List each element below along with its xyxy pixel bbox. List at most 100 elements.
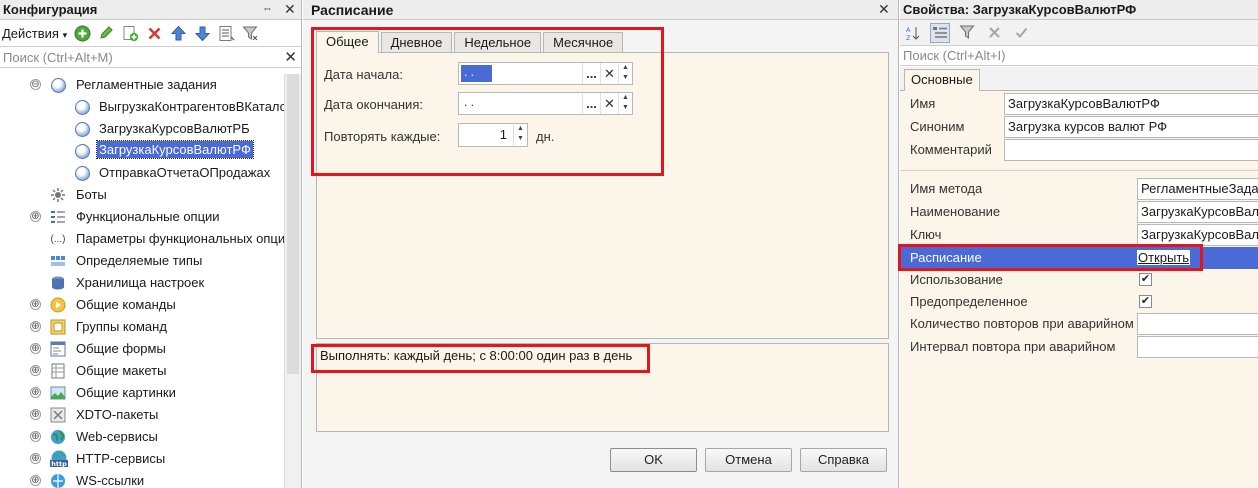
pencil-icon[interactable]: [97, 24, 115, 42]
tree-node-defined-types[interactable]: Определяемые типы: [0, 250, 284, 272]
tree-node-xdto-packages[interactable]: ⊕ XDTO-пакеты: [0, 404, 284, 426]
expand-icon[interactable]: ⊕: [30, 343, 41, 354]
tree-node-command-groups[interactable]: ⊕ Группы команд: [0, 316, 284, 338]
close-dialog-icon[interactable]: ✕: [878, 1, 890, 18]
tree-node-http-services[interactable]: ⊕ http HTTP-сервисы: [0, 448, 284, 470]
scrollbar-thumb[interactable]: [287, 74, 299, 374]
prop-label: Комментарий: [910, 142, 992, 157]
plus-circle-icon[interactable]: [73, 24, 91, 42]
key-input[interactable]: ЗагрузкаКурсовВалют: [1137, 224, 1258, 246]
spin-up-icon[interactable]: ▲: [619, 63, 632, 73]
clear-icon[interactable]: ✕: [600, 93, 618, 114]
retry-interval-input[interactable]: [1137, 336, 1258, 358]
start-date-label: Дата начала:: [324, 67, 403, 82]
help-button[interactable]: Справка: [800, 448, 887, 472]
spin-up-icon[interactable]: ▲: [619, 93, 632, 103]
tree-node-scheduled-jobs[interactable]: ⊖ Регламентные задания: [0, 74, 284, 96]
expand-icon[interactable]: ⊕: [30, 453, 41, 464]
expand-icon[interactable]: ⊕: [30, 409, 41, 420]
tree-node-common-commands[interactable]: ⊕ Общие команды: [0, 294, 284, 316]
select-date-button[interactable]: ...: [582, 93, 600, 114]
tree-node-ws-links[interactable]: ⊕ WS-ссылки: [0, 470, 284, 488]
categories-icon[interactable]: [930, 22, 950, 43]
spin-up-icon[interactable]: ▲: [514, 124, 527, 134]
search-clear-icon[interactable]: ✕: [284, 48, 297, 66]
collapse-icon[interactable]: ⊖: [30, 79, 41, 90]
cancel-button[interactable]: Отмена: [705, 448, 792, 472]
configuration-search-input[interactable]: [0, 47, 301, 67]
tree-node-web-services[interactable]: ⊕ Web-сервисы: [0, 426, 284, 448]
comment-input[interactable]: [1004, 139, 1258, 161]
use-checkbox[interactable]: ✔: [1139, 273, 1152, 286]
check-icon[interactable]: [1011, 23, 1031, 43]
filter-icon[interactable]: [957, 23, 977, 43]
tab-daily[interactable]: Дневное: [380, 32, 453, 53]
tree-node-settings-storages[interactable]: Хранилища настроек: [0, 272, 284, 294]
prop-row-key: Ключ ЗагрузкаКурсовВалют: [900, 224, 1258, 246]
description-input[interactable]: ЗагрузкаКурсовВалют: [1137, 201, 1258, 223]
retry-count-input[interactable]: [1137, 313, 1258, 335]
clear-icon[interactable]: ✕: [600, 63, 618, 84]
prop-label: Количество повторов при аварийном: [910, 316, 1134, 331]
spin-down-icon[interactable]: ▼: [514, 134, 527, 144]
tree-node-label: Общие макеты: [76, 363, 167, 378]
repeat-spinner[interactable]: ▲ ▼: [513, 124, 527, 146]
ok-button[interactable]: OK: [610, 448, 697, 472]
list-icon[interactable]: [217, 24, 235, 42]
properties-title: Свойства: ЗагрузкаКурсовВалютРФ: [903, 2, 1137, 17]
types-icon: [50, 253, 66, 269]
tree-node-job[interactable]: ОтправкаОтчетаОПродажах: [0, 162, 284, 184]
method-input[interactable]: РегламентныеЗадания: [1137, 178, 1258, 200]
expand-icon[interactable]: ⊕: [30, 211, 41, 222]
delete-icon[interactable]: [145, 24, 163, 42]
properties-search-input[interactable]: [900, 46, 1258, 65]
tree-node-common-forms[interactable]: ⊕ Общие формы: [0, 338, 284, 360]
predefined-checkbox[interactable]: ✔: [1139, 295, 1152, 308]
prop-row-schedule[interactable]: Расписание Открыть: [900, 247, 1258, 269]
tree-node-common-pictures[interactable]: ⊕ Общие картинки: [0, 382, 284, 404]
date-spinner[interactable]: ▲ ▼: [618, 93, 632, 114]
open-schedule-link[interactable]: Открыть: [1137, 250, 1191, 265]
arrow-down-icon[interactable]: [193, 24, 211, 42]
expand-icon[interactable]: ⊕: [30, 299, 41, 310]
tree-node-bots[interactable]: Боты: [0, 184, 284, 206]
expand-icon[interactable]: ⊕: [30, 475, 41, 486]
expand-icon[interactable]: ⊕: [30, 431, 41, 442]
tab-main[interactable]: Основные: [904, 69, 980, 92]
tree-node-job-selected[interactable]: ЗагрузкаКурсовВалютРФ: [0, 140, 284, 162]
prop-label: Предопределенное: [910, 294, 1028, 309]
name-input[interactable]: ЗагрузкаКурсовВалютРФ: [1004, 93, 1258, 115]
tab-general[interactable]: Общее: [316, 31, 379, 53]
expand-icon[interactable]: ⊕: [30, 387, 41, 398]
start-date-field[interactable]: . . ... ✕ ▲ ▼: [458, 62, 633, 85]
clear-icon[interactable]: [984, 23, 1004, 43]
date-spinner[interactable]: ▲ ▼: [618, 63, 632, 84]
ws-icon: [50, 473, 66, 488]
configuration-scrollbar[interactable]: [284, 74, 301, 488]
tree-node-common-templates[interactable]: ⊕ Общие макеты: [0, 360, 284, 382]
filter-icon[interactable]: [241, 24, 259, 42]
end-date-label: Дата окончания:: [324, 97, 423, 112]
spin-down-icon[interactable]: ▼: [619, 103, 632, 113]
repeat-days-field[interactable]: 1 ▲ ▼: [458, 123, 528, 147]
spin-down-icon[interactable]: ▼: [619, 73, 632, 83]
expand-icon[interactable]: ⊕: [30, 365, 41, 376]
actions-menu[interactable]: Действия ▾: [2, 26, 67, 41]
select-date-button[interactable]: ...: [582, 63, 600, 84]
tree-node-label: Определяемые типы: [76, 253, 203, 268]
tab-monthly[interactable]: Месячное: [543, 32, 624, 53]
tree-node-functional-options[interactable]: ⊕ Функциональные опции: [0, 206, 284, 228]
copy-add-icon[interactable]: [121, 24, 139, 42]
pin-icon[interactable]: ⇔: [262, 1, 273, 18]
arrow-up-icon[interactable]: [169, 24, 187, 42]
tree-node-fo-params[interactable]: (...) Параметры функциональных опций: [0, 228, 293, 250]
repeat-days-value: 1: [499, 127, 507, 142]
synonym-input[interactable]: Загрузка курсов валют РФ: [1004, 116, 1258, 138]
close-configuration-icon[interactable]: ✕: [284, 1, 296, 18]
end-date-field[interactable]: . . ... ✕ ▲ ▼: [458, 92, 633, 115]
sort-az-icon[interactable]: AZ: [903, 23, 923, 43]
tab-weekly[interactable]: Недельное: [454, 32, 542, 53]
expand-icon[interactable]: ⊕: [30, 321, 41, 332]
tree-node-job[interactable]: ВыгрузкаКонтрагентовВКаталог: [0, 96, 292, 118]
tree-node-job[interactable]: ЗагрузкаКурсовВалютРБ: [0, 118, 284, 140]
